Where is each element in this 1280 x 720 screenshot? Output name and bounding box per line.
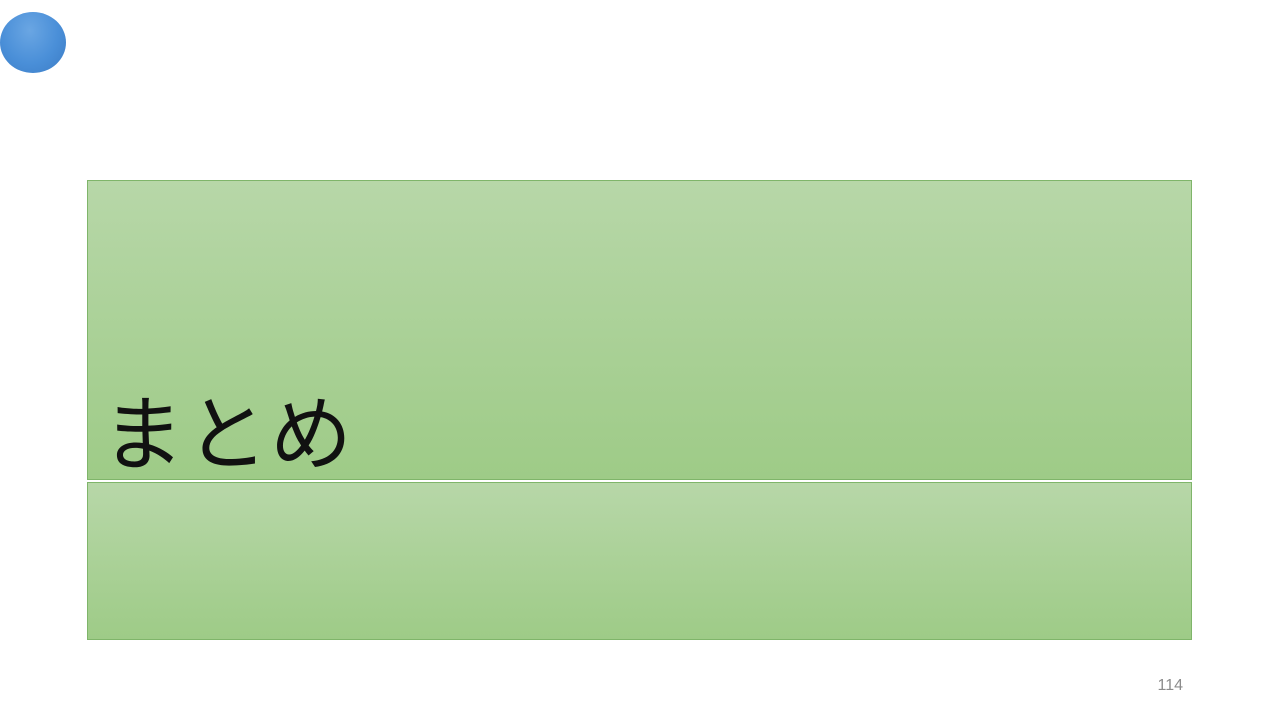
blue-circle-decoration — [0, 12, 66, 73]
slide: まとめ 114 — [0, 0, 1280, 720]
page-number: 114 — [1157, 677, 1183, 694]
title-panel: まとめ — [87, 180, 1192, 480]
content-panel — [87, 482, 1192, 640]
slide-title: まとめ — [102, 388, 355, 483]
